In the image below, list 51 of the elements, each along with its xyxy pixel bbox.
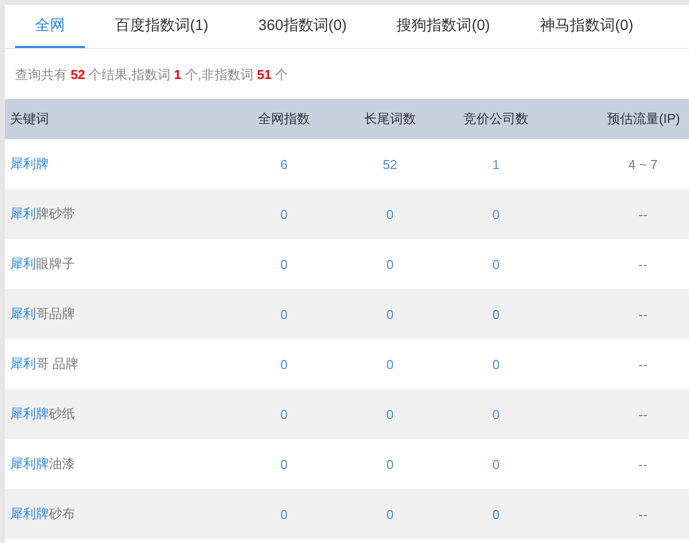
column-header: 关键词 <box>9 110 50 128</box>
bidder-count[interactable]: 0 <box>492 456 500 472</box>
index-value[interactable]: 0 <box>280 206 288 222</box>
column-header: 竞价公司数 <box>462 110 530 128</box>
keyword-link[interactable]: 犀利牌砂布 <box>5 505 75 523</box>
longtail-count[interactable]: 0 <box>386 506 394 522</box>
tab[interactable]: 全网 <box>15 5 85 48</box>
longtail-count[interactable]: 52 <box>382 156 398 172</box>
index-value[interactable]: 0 <box>280 256 288 272</box>
bidder-count[interactable]: 0 <box>492 206 500 222</box>
tab[interactable]: 神马指数词(0) <box>520 5 654 48</box>
column-header: 长尾词数 <box>363 110 417 128</box>
keyword-link[interactable]: 犀利牌砂纸 <box>5 405 75 423</box>
bidder-count[interactable]: 0 <box>492 256 500 272</box>
keyword-link[interactable]: 犀利牌 <box>5 155 49 173</box>
traffic-estimate: 4 ~ 7 <box>628 156 658 172</box>
bidder-count[interactable]: 0 <box>492 356 500 372</box>
bidder-count[interactable]: 1 <box>492 156 500 172</box>
column-header: 全网指数 <box>257 110 311 128</box>
longtail-count[interactable]: 0 <box>386 206 394 222</box>
longtail-count[interactable]: 0 <box>386 406 394 422</box>
index-value[interactable]: 0 <box>280 356 288 372</box>
tab[interactable]: 百度指数词(1) <box>95 5 228 48</box>
result-summary: 查询共有 52 个结果,指数词 1 个,非指数词 51 个 <box>15 67 288 82</box>
tab[interactable]: 搜狗指数词(0) <box>376 5 510 48</box>
longtail-count[interactable]: 0 <box>386 306 394 322</box>
keyword-link[interactable]: 犀利牌砂带 <box>5 205 75 223</box>
bidder-count[interactable]: 0 <box>492 506 500 522</box>
index-value[interactable]: 0 <box>280 306 288 322</box>
traffic-estimate: -- <box>638 306 648 322</box>
bidder-count[interactable]: 0 <box>492 306 500 322</box>
index-value[interactable]: 6 <box>280 156 288 172</box>
column-header: 预估流量(IP) <box>606 110 681 128</box>
traffic-estimate: -- <box>638 406 648 422</box>
keyword-link[interactable]: 犀利牌油漆 <box>5 455 75 473</box>
traffic-estimate: -- <box>638 256 648 272</box>
index-value[interactable]: 0 <box>280 406 288 422</box>
keyword-link[interactable]: 犀利哥品牌 <box>5 305 75 323</box>
longtail-count[interactable]: 0 <box>386 456 394 472</box>
traffic-estimate: -- <box>638 206 648 222</box>
index-value[interactable]: 0 <box>280 506 288 522</box>
traffic-estimate: -- <box>638 456 648 472</box>
bidder-count[interactable]: 0 <box>492 406 500 422</box>
index-value[interactable]: 0 <box>280 456 288 472</box>
keyword-link[interactable]: 犀利眼牌子 <box>5 255 75 273</box>
longtail-count[interactable]: 0 <box>386 356 394 372</box>
keyword-link[interactable]: 犀利哥 品牌 <box>5 355 79 373</box>
traffic-estimate: -- <box>638 506 648 522</box>
longtail-count[interactable]: 0 <box>386 256 394 272</box>
tab[interactable]: 360指数词(0) <box>238 5 367 48</box>
traffic-estimate: -- <box>638 356 648 372</box>
